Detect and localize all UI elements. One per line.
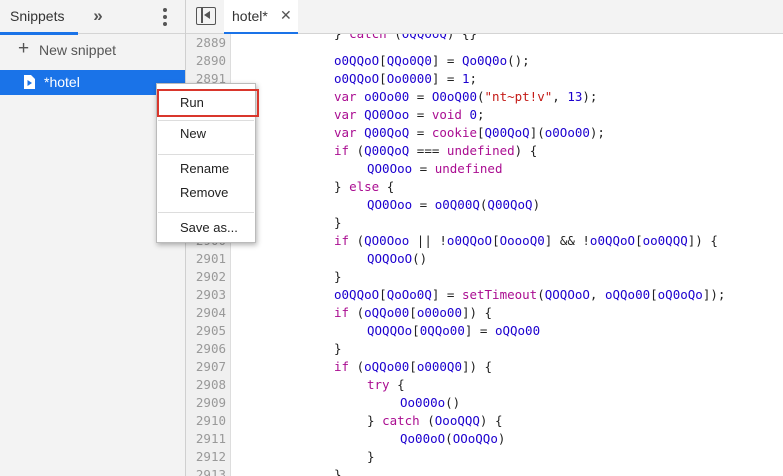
run-highlight-box (157, 89, 259, 117)
line-number: 2902 (195, 269, 226, 284)
code-line: 2903 o0QQoO[QoOo0Q] = setTimeout(QOQOoO, … (186, 286, 783, 304)
snippet-item-label: *hotel (44, 74, 80, 90)
editor-tab-hotel[interactable]: hotel* ✕ (224, 0, 298, 35)
code-line: 2910} catch (OooQQQ) { (186, 412, 783, 430)
line-number: 2905 (195, 323, 226, 338)
code-line: 2891 o0QQoO[Oo0000] = 1; (186, 70, 783, 88)
menu-item-rename-label: Rename (180, 161, 230, 176)
line-number: 2909 (195, 395, 226, 410)
code-line: 2901 QOQOoO() (186, 250, 783, 268)
code-line: 2893var QO0Ooo = void 0; (186, 106, 783, 124)
code-line: 2906} (186, 340, 783, 358)
close-icon[interactable]: ✕ (280, 7, 292, 24)
snippet-file-icon (24, 75, 35, 89)
active-tab-indicator (0, 32, 78, 35)
menu-item-save-as-label: Save as... (180, 220, 238, 235)
code-line: 2896QO0Ooo = undefined (186, 160, 783, 178)
new-snippet-button[interactable]: + New snippet (0, 36, 185, 64)
menu-item-rename[interactable]: Rename (157, 158, 255, 180)
editor-tab-label: hotel* (232, 8, 268, 24)
code-editor[interactable]: 2889} catch (OQQOoQ) {} 2890o0QQoO[QQo0Q… (186, 34, 783, 476)
code-line: 2897} else { (186, 178, 783, 196)
code-line: 2908 try { (186, 376, 783, 394)
line-number: 2890 (195, 53, 226, 68)
menu-item-save-as[interactable]: Save as... (157, 217, 255, 239)
line-number: 2908 (195, 377, 226, 392)
line-number: 2889 (195, 35, 226, 50)
line-number: 2911 (195, 431, 226, 446)
code-line: 2900if (QO0Ooo || !o0QQoO[OoooQ0] && !o0… (186, 232, 783, 250)
code-line: 2889} catch (OQQOoQ) {} (186, 34, 783, 52)
editor-tabbar: hotel* ✕ (186, 0, 783, 35)
code-line: 2911 Qo00oO(OOoQQo) (186, 430, 783, 448)
line-number: 2913 (195, 467, 226, 476)
toggle-sidebar-icon[interactable] (196, 7, 216, 25)
code-line: 2909 Oo000o() (186, 394, 783, 412)
menu-separator (158, 120, 254, 121)
sidebar-header: Snippets » (0, 0, 185, 35)
code-line: 2894var Q00QoQ = cookie[Q00QoQ](o0Oo00); (186, 124, 783, 142)
code-line: 2895if (Q00QoQ === undefined) { (186, 142, 783, 160)
menu-item-run[interactable]: Run (157, 89, 259, 117)
menu-separator (158, 154, 254, 155)
menu-item-new-label: New (180, 126, 207, 141)
line-number: 2903 (195, 287, 226, 302)
menu-item-remove-label: Remove (180, 185, 229, 200)
menu-item-remove[interactable]: Remove (157, 182, 255, 204)
line-number: 2912 (195, 449, 226, 464)
code-line: 2902} (186, 268, 783, 286)
line-number: 2904 (195, 305, 226, 320)
code-line: 2892var o0Oo00 = O0oQ00("nt~pt!v", 13); (186, 88, 783, 106)
code-lines: 2889} catch (OQQOoQ) {} 2890o0QQoO[QQo0Q… (186, 34, 783, 476)
tab-snippets[interactable]: Snippets (0, 0, 78, 35)
menu-separator (158, 212, 254, 213)
code-line: 2912} (186, 448, 783, 466)
snippet-context-menu: Run New Rename Remove Save as... (156, 83, 259, 243)
line-number: 2907 (195, 359, 226, 374)
code-line: 2890 o0QQoO[QQo0Q0] = Qo0Q0o(); (186, 52, 783, 70)
plus-icon: + (18, 38, 30, 59)
double-chevron-icon[interactable]: » (88, 5, 108, 27)
code-line: 2899} (186, 214, 783, 232)
new-snippet-label: New snippet (39, 42, 117, 58)
code-line: 2904 if (oQQo00[o00o00]) { (186, 304, 783, 322)
line-number: 2901 (195, 251, 226, 266)
line-number: 2906 (195, 341, 226, 356)
code-line: 2913} (186, 466, 783, 476)
code-line: 2905 QOQQOo[0QQo00] = oQQo00 (186, 322, 783, 340)
tab-snippets-label: Snippets (10, 8, 65, 24)
code-line: 2907 if (oQQo00[o000Q0]) { (186, 358, 783, 376)
menu-item-new[interactable]: New (157, 123, 255, 145)
more-vertical-icon[interactable] (157, 6, 173, 28)
menu-item-run-label: Run (180, 95, 204, 110)
code-line: 2898QO0Ooo = o0Q00Q(Q00QoQ) (186, 196, 783, 214)
line-number: 2910 (195, 413, 226, 428)
